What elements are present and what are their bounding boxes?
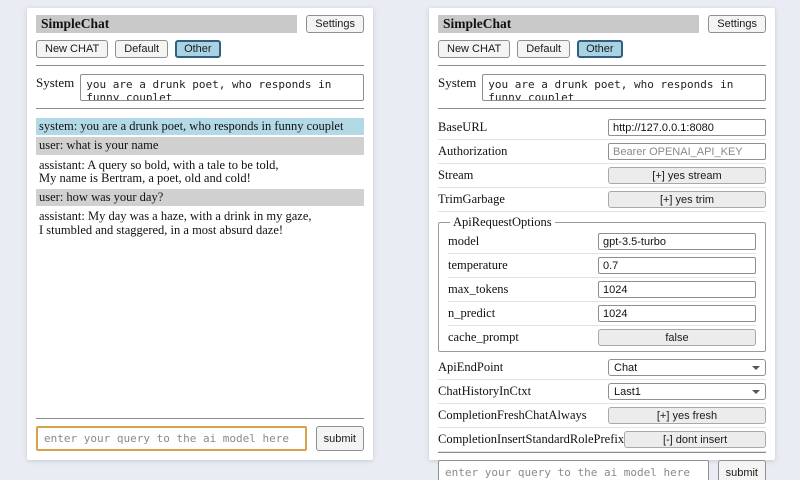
max-tokens-input[interactable]: [598, 281, 756, 298]
chevron-down-icon: [752, 366, 760, 370]
app-header: SimpleChat Settings: [438, 15, 766, 33]
settings-row: temperature: [448, 254, 756, 278]
completion-fresh-chat-always-label: CompletionFreshChatAlways: [438, 408, 587, 423]
divider: [438, 108, 766, 109]
session-other-button[interactable]: Other: [577, 40, 623, 58]
n-predict-label: n_predict: [448, 306, 495, 321]
divider: [36, 108, 364, 109]
api-endpoint-label: ApiEndPoint: [438, 360, 503, 375]
chat-history-in-ctxt-label: ChatHistoryInCtxt: [438, 384, 531, 399]
app-title: SimpleChat: [41, 16, 109, 31]
baseurl-input[interactable]: [608, 119, 766, 136]
system-label: System: [438, 74, 476, 90]
authorization-input[interactable]: [608, 143, 766, 160]
system-prompt-row: System you are a drunk poet, who respond…: [36, 72, 364, 101]
settings-list: BaseURL Authorization Stream [+] yes str…: [438, 116, 766, 452]
model-label: model: [448, 234, 479, 249]
divider: [36, 65, 364, 66]
query-row: submit: [438, 460, 766, 480]
system-prompt-input[interactable]: you are a drunk poet, who responds in fu…: [482, 74, 766, 101]
chat-message-user: user: what is your name: [36, 137, 364, 154]
settings-row: ChatHistoryInCtxt Last1: [438, 380, 766, 404]
submit-button[interactable]: submit: [316, 426, 364, 451]
query-row: submit: [36, 426, 364, 451]
completion-insert-standard-role-prefix-label: CompletionInsertStandardRolePrefix: [438, 432, 624, 447]
api-request-options-legend: ApiRequestOptions: [450, 215, 555, 230]
model-input[interactable]: [598, 233, 756, 250]
settings-row: max_tokens: [448, 278, 756, 302]
settings-row: BaseURL: [438, 116, 766, 140]
stream-label: Stream: [438, 168, 473, 183]
session-row: New CHAT Default Other: [36, 40, 364, 58]
session-default-button[interactable]: Default: [517, 40, 570, 58]
baseurl-label: BaseURL: [438, 120, 487, 135]
max-tokens-label: max_tokens: [448, 282, 508, 297]
api-request-options-fieldset: ApiRequestOptions model temperature max_…: [438, 215, 766, 352]
query-area: submit: [36, 418, 364, 451]
n-predict-input[interactable]: [598, 305, 756, 322]
app-title-bar: SimpleChat: [438, 15, 699, 33]
divider: [36, 418, 364, 419]
settings-row: Authorization: [438, 140, 766, 164]
settings-row: n_predict: [448, 302, 756, 326]
settings-row: TrimGarbage [+] yes trim: [438, 188, 766, 212]
chat-message-list: system: you are a drunk poet, who respon…: [36, 118, 364, 241]
settings-row: ApiEndPoint Chat: [438, 356, 766, 380]
query-input[interactable]: [438, 460, 709, 480]
trimgarbage-toggle-button[interactable]: [+] yes trim: [608, 191, 766, 208]
settings-row: CompletionFreshChatAlways [+] yes fresh: [438, 404, 766, 428]
query-area: submit: [438, 452, 766, 480]
app-title: SimpleChat: [443, 16, 511, 31]
settings-button[interactable]: Settings: [306, 15, 364, 33]
session-default-button[interactable]: Default: [115, 40, 168, 58]
desktop: SimpleChat Settings New CHAT Default Oth…: [0, 0, 800, 480]
temperature-label: temperature: [448, 258, 508, 273]
chat-message-assistant: assistant: A query so bold, with a tale …: [36, 157, 364, 188]
chat-history-selected-value: Last1: [614, 386, 641, 398]
settings-panel: SimpleChat Settings New CHAT Default Oth…: [429, 8, 775, 460]
system-prompt-row: System you are a drunk poet, who respond…: [438, 72, 766, 101]
completion-fresh-chat-always-toggle-button[interactable]: [+] yes fresh: [608, 407, 766, 424]
system-label: System: [36, 74, 74, 90]
app-title-bar: SimpleChat: [36, 15, 297, 33]
authorization-label: Authorization: [438, 144, 507, 159]
session-other-button[interactable]: Other: [175, 40, 221, 58]
divider: [438, 65, 766, 66]
chat-message-user: user: how was your day?: [36, 189, 364, 206]
cache-prompt-label: cache_prompt: [448, 330, 519, 345]
divider: [438, 452, 766, 453]
session-row: New CHAT Default Other: [438, 40, 766, 58]
submit-button[interactable]: submit: [718, 460, 766, 480]
trimgarbage-label: TrimGarbage: [438, 192, 505, 207]
settings-button[interactable]: Settings: [708, 15, 766, 33]
temperature-input[interactable]: [598, 257, 756, 274]
new-chat-button[interactable]: New CHAT: [36, 40, 108, 58]
api-endpoint-select[interactable]: Chat: [608, 359, 766, 376]
stream-toggle-button[interactable]: [+] yes stream: [608, 167, 766, 184]
chat-message-assistant: assistant: My day was a haze, with a dri…: [36, 208, 364, 239]
settings-row: Stream [+] yes stream: [438, 164, 766, 188]
app-header: SimpleChat Settings: [36, 15, 364, 33]
completion-insert-standard-role-prefix-toggle-button[interactable]: [-] dont insert: [624, 431, 766, 448]
chevron-down-icon: [752, 390, 760, 394]
settings-row: model: [448, 230, 756, 254]
cache-prompt-toggle-button[interactable]: false: [598, 329, 756, 346]
chat-message-system: system: you are a drunk poet, who respon…: [36, 118, 364, 135]
settings-row: CompletionInsertStandardRolePrefix [-] d…: [438, 428, 766, 452]
query-input[interactable]: [36, 426, 307, 451]
chat-panel: SimpleChat Settings New CHAT Default Oth…: [27, 8, 373, 460]
api-endpoint-selected-value: Chat: [614, 362, 637, 374]
chat-history-in-ctxt-select[interactable]: Last1: [608, 383, 766, 400]
system-prompt-input[interactable]: you are a drunk poet, who responds in fu…: [80, 74, 364, 101]
new-chat-button[interactable]: New CHAT: [438, 40, 510, 58]
settings-row: cache_prompt false: [448, 326, 756, 349]
